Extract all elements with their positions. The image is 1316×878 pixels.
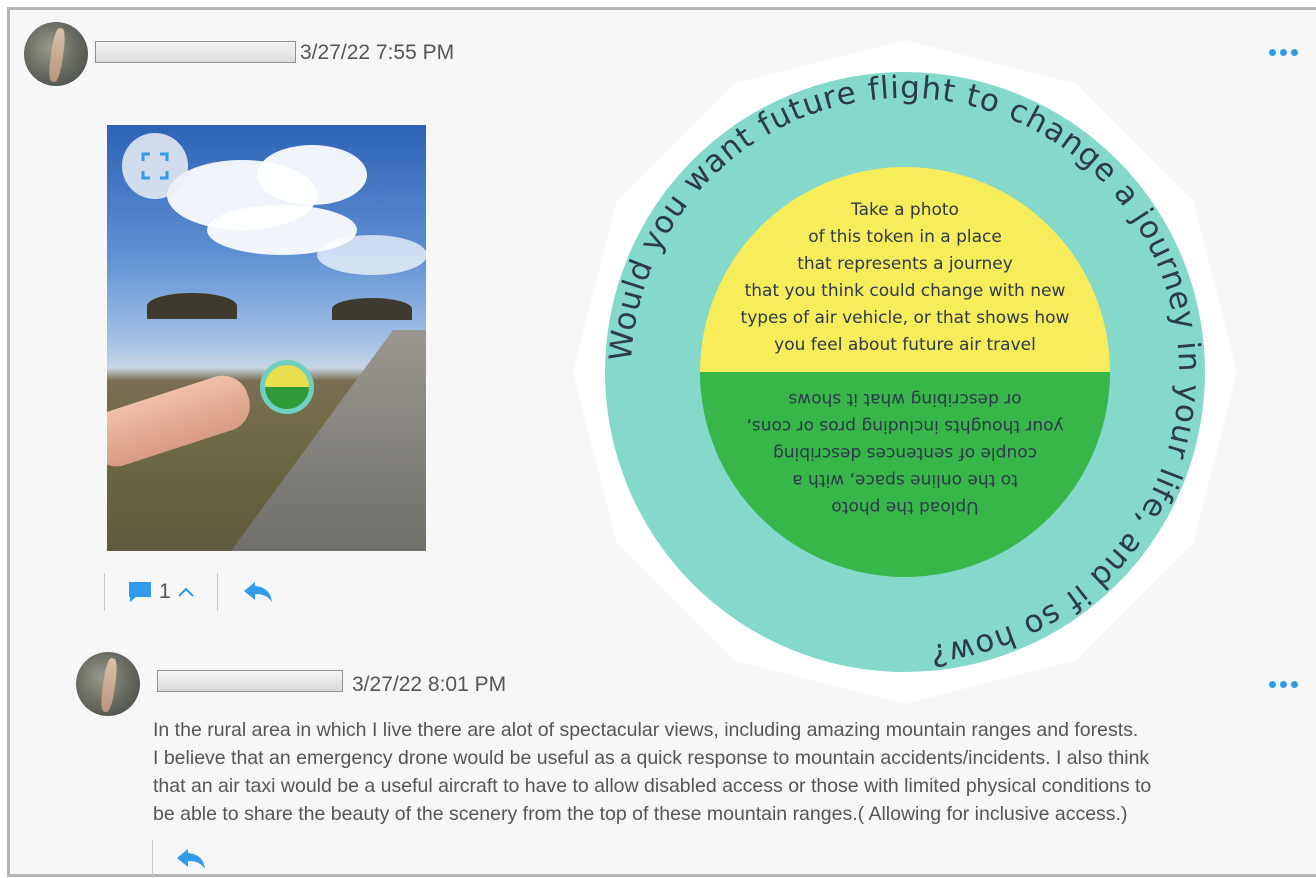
dot <box>1280 49 1287 56</box>
reply-line: that an air taxi would be a useful aircr… <box>153 775 1152 797</box>
expand-icon[interactable] <box>122 133 188 199</box>
dot <box>1280 681 1287 688</box>
token-lower-line: couple of sentences describing <box>773 443 1037 463</box>
reply-author-avatar[interactable] <box>76 652 140 716</box>
token-lower-line: Upload the photo <box>831 497 978 517</box>
comment-count: 1 <box>159 580 171 603</box>
reply-more-options-icon[interactable] <box>1269 681 1298 688</box>
token-upper-line: of this token in a place <box>808 227 1002 247</box>
post-actions: 1 <box>104 573 298 611</box>
reply-line: I believe that an emergency drone would … <box>153 747 1150 769</box>
dot <box>1291 49 1298 56</box>
post-author-avatar[interactable] <box>24 22 88 86</box>
token-lower-line: to the online space, with a <box>792 470 1018 490</box>
token-upper-line: that represents a journey <box>797 254 1013 274</box>
comment-icon <box>129 582 151 602</box>
token-lower-line: or describing what it shows <box>788 389 1021 409</box>
reply-line: In the rural area in which I live there … <box>153 719 1139 741</box>
comments-toggle-button[interactable]: 1 <box>105 580 217 604</box>
post-author-name-redacted <box>95 41 296 63</box>
post-more-options-icon[interactable] <box>1269 49 1298 56</box>
dot <box>1291 681 1298 688</box>
token-upper-line: Take a photo <box>850 200 959 220</box>
reply-button[interactable] <box>218 580 298 604</box>
reply-line: be able to share the beauty of the scene… <box>153 803 1128 825</box>
reply-actions <box>152 840 207 878</box>
token-upper-line: you feel about future air travel <box>774 335 1036 355</box>
token-graphic: Would you want future flight to change a… <box>573 40 1237 704</box>
token-upper-line: types of air vehicle, or that shows how <box>741 308 1070 328</box>
token-lower-line: your thoughts including pros or cons, <box>746 416 1063 436</box>
chevron-up-icon <box>177 587 194 597</box>
token-upper-line: that you think could change with new <box>745 281 1066 301</box>
cloud <box>317 235 426 275</box>
post-timestamp: 3/27/22 7:55 PM <box>300 41 455 64</box>
hand <box>107 368 257 474</box>
reply-to-reply-button[interactable] <box>153 847 207 871</box>
dot <box>1269 49 1276 56</box>
hill <box>147 293 237 319</box>
dot <box>1269 681 1276 688</box>
token-in-photo <box>260 360 314 414</box>
hill <box>332 298 412 320</box>
reply-author-name-redacted <box>157 670 343 692</box>
road <box>217 330 426 551</box>
reply-icon <box>243 582 272 602</box>
reply-timestamp: 3/27/22 8:01 PM <box>352 673 507 696</box>
reply-icon <box>177 849 205 869</box>
cloud <box>257 145 367 205</box>
reply-body: In the rural area in which I live there … <box>153 716 1303 828</box>
